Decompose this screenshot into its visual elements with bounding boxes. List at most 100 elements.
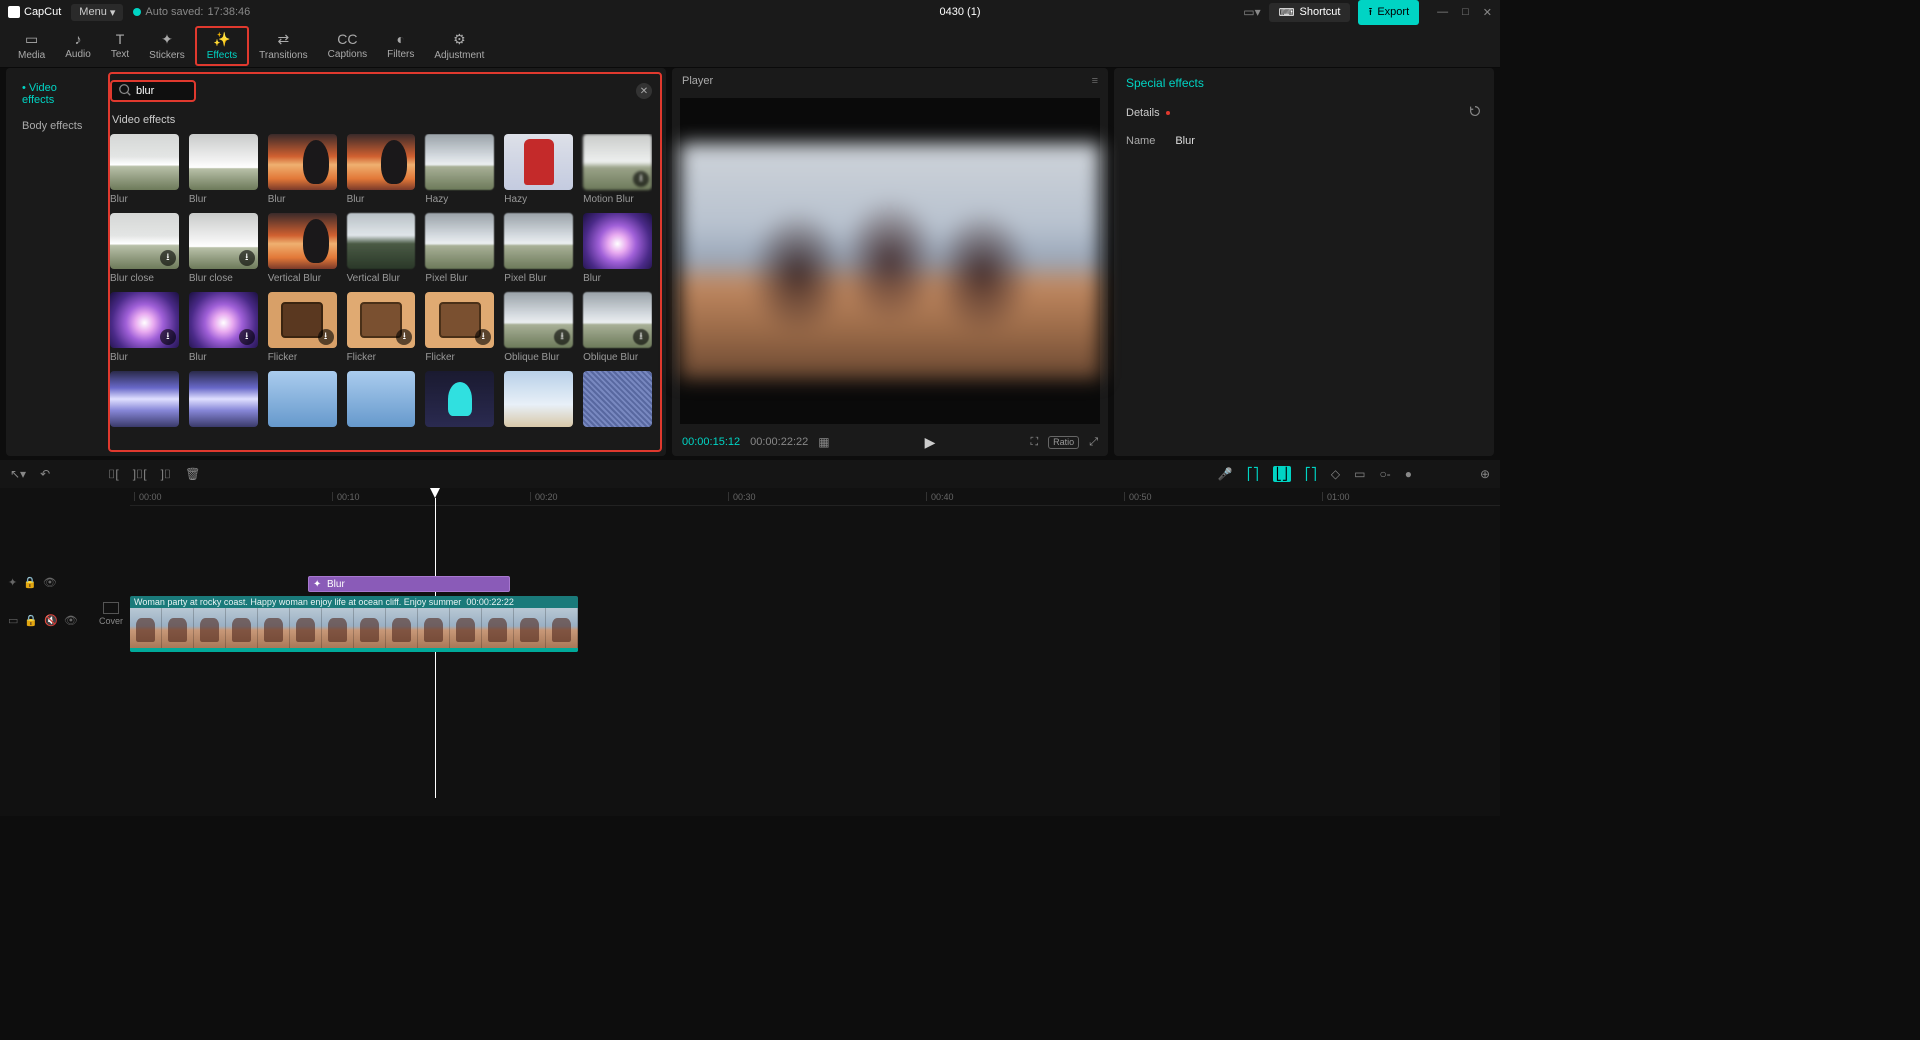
search-input-wrap[interactable] [110,80,196,102]
cursor-tool-icon[interactable]: ↖▾ [10,467,26,481]
effect-item[interactable]: Blur [583,213,652,284]
reset-button[interactable] [1468,104,1482,121]
delete-icon[interactable]: 🗑 [185,467,200,481]
tab-effects[interactable]: ✨Effects [195,26,249,66]
magnet-icon[interactable]: ⎣⎦ [1273,466,1291,482]
timeline-ruler[interactable]: ｜00:00｜00:10｜00:20｜00:30｜00:40｜00:50｜01:… [130,488,1500,506]
layout-icon[interactable]: ▭▾ [1243,5,1260,19]
mute-icon[interactable]: 🔇 [44,614,58,627]
effect-item[interactable] [347,371,416,431]
effect-item[interactable] [504,371,573,431]
ruler-tick: ｜00:00 [130,490,162,503]
effect-thumbnail [425,134,494,190]
effect-item[interactable]: ⭳Flicker [425,292,494,363]
tab-transitions[interactable]: ⇄Transitions [249,26,318,66]
close-icon[interactable]: ✕ [1483,6,1492,19]
effect-item[interactable]: ⭳Oblique Blur [583,292,652,363]
minimize-icon[interactable]: — [1437,6,1448,19]
effect-item[interactable]: ⭳Blur [110,292,179,363]
timeline[interactable]: ｜00:00｜00:10｜00:20｜00:30｜00:40｜00:50｜01:… [0,488,1500,816]
effect-item[interactable]: Pixel Blur [504,213,573,284]
effect-item[interactable]: ⭳Blur close [189,213,258,284]
undo-icon[interactable]: ↶ [40,467,50,481]
download-icon[interactable]: ⭳ [239,329,255,345]
fullscreen-icon[interactable]: ⤢ [1089,436,1098,449]
lock-icon[interactable]: 🔒 [23,576,37,589]
player-menu-icon[interactable]: ≡ [1092,75,1098,87]
menu-button[interactable]: Menu ▾ [71,4,123,21]
effect-item[interactable]: Hazy [425,134,494,205]
download-icon[interactable]: ⭳ [160,250,176,266]
effect-item[interactable]: ⭳Blur close [110,213,179,284]
download-icon[interactable]: ⭳ [475,329,491,345]
effect-item[interactable]: Vertical Blur [268,213,337,284]
scan-icon[interactable]: ⛶ [1030,436,1038,449]
effect-item[interactable]: ⭳Oblique Blur [504,292,573,363]
effect-item[interactable]: Blur [347,134,416,205]
tab-captions[interactable]: CCCaptions [318,26,377,66]
inspector-title: Special effects [1126,76,1482,90]
tab-text[interactable]: TText [101,26,139,66]
effect-item[interactable]: Blur [110,134,179,205]
tab-media[interactable]: ▭Media [8,26,55,66]
effect-item[interactable] [189,371,258,431]
tab-stickers[interactable]: ✦Stickers [139,26,195,66]
effect-item[interactable]: Hazy [504,134,573,205]
autosave-dot-icon [133,8,141,16]
player-viewport[interactable] [680,98,1100,424]
tab-audio[interactable]: ♪Audio [55,26,101,66]
effect-track-icon[interactable]: ✦ [8,576,17,589]
zoom-out-icon[interactable]: ○- [1379,467,1390,481]
effect-item[interactable] [268,371,337,431]
captions-icon: CC [337,31,357,47]
effect-item[interactable] [583,371,652,431]
effect-item[interactable] [110,371,179,431]
sidebar-item-video-effects[interactable]: Video effects [12,76,98,112]
eye-icon[interactable]: 👁 [64,614,78,627]
effect-item[interactable]: Pixel Blur [425,213,494,284]
effect-item[interactable]: ⭳Motion Blur [583,134,652,205]
lock-icon[interactable]: 🔒 [24,614,38,627]
link-icon[interactable]: ◇ [1331,467,1340,481]
split-icon[interactable]: ]⌷[ [133,467,147,482]
effect-thumbnail: ⭳ [504,292,573,348]
mic-icon[interactable]: 🎤 [1218,467,1233,481]
download-icon[interactable]: ⭳ [396,329,412,345]
download-icon[interactable]: ⭳ [633,329,649,345]
download-icon[interactable]: ⭳ [318,329,334,345]
video-track-icon[interactable]: ▭ [8,614,18,627]
download-icon[interactable]: ⭳ [239,250,255,266]
effect-item[interactable]: ⭳Flicker [268,292,337,363]
play-button[interactable]: ▶ [925,434,936,451]
zoom-fit-icon[interactable]: ⊕ [1480,467,1490,481]
magnet-right-icon[interactable]: ⎡⎤ [1305,467,1317,481]
ratio-button[interactable]: Ratio [1048,436,1079,449]
preview-icon[interactable]: ▭ [1354,467,1365,481]
magnet-left-icon[interactable]: ⎡⎤ [1247,467,1259,481]
shortcut-button[interactable]: ⌨ Shortcut [1269,3,1351,22]
search-clear-button[interactable]: ✕ [636,83,652,99]
tab-adjustment[interactable]: ⚙Adjustment [424,26,494,66]
sidebar-item-body-effects[interactable]: Body effects [12,114,98,138]
effect-item[interactable]: ⭳Blur [189,292,258,363]
effect-item[interactable] [425,371,494,431]
effect-item[interactable]: ⭳Flicker [347,292,416,363]
search-input[interactable] [136,85,186,97]
tab-filters[interactable]: ◐Filters [377,26,424,66]
split-left-icon[interactable]: ⌷[ [108,467,119,482]
download-icon[interactable]: ⭳ [160,329,176,345]
effect-item[interactable]: Blur [268,134,337,205]
video-clip[interactable]: Woman party at rocky coast. Happy woman … [130,596,578,652]
effect-item[interactable]: Blur [189,134,258,205]
zoom-slider-icon[interactable]: ● [1405,467,1412,481]
effect-clip[interactable]: ✦ Blur [308,576,510,592]
export-button[interactable]: ⭱ Export [1358,0,1419,25]
eye-icon[interactable]: 👁 [43,576,57,589]
maximize-icon[interactable]: □ [1462,6,1469,19]
effect-item[interactable]: Vertical Blur [347,213,416,284]
download-icon[interactable]: ⭳ [633,171,649,187]
cover-button[interactable]: Cover [96,602,126,626]
download-icon[interactable]: ⭳ [554,329,570,345]
split-right-icon[interactable]: ]⌷ [161,467,172,482]
list-icon[interactable]: ▦ [818,435,829,449]
